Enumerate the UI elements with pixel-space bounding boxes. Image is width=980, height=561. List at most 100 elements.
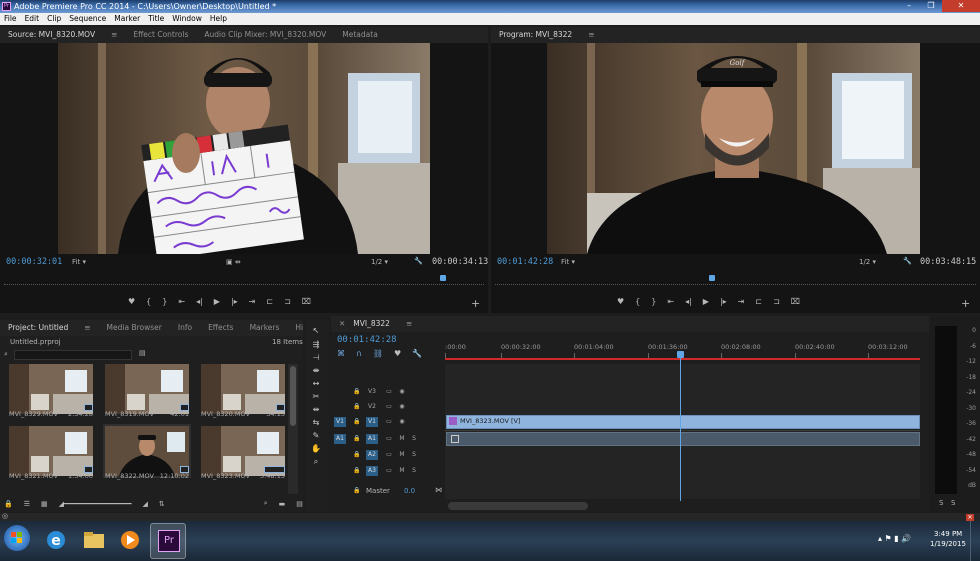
icon-view-icon[interactable]: ▦ — [41, 500, 48, 508]
track-lock-icon[interactable]: 🔒 — [351, 402, 363, 412]
menu-file[interactable]: File — [0, 13, 21, 25]
premiere-taskbar-button[interactable]: Pr — [150, 523, 186, 559]
sort-icon[interactable]: ⇅ — [159, 500, 165, 508]
start-button[interactable] — [4, 525, 30, 551]
program-settings-wrench-icon[interactable]: 🔧 — [903, 257, 912, 265]
audio-track-label[interactable]: A3 — [366, 466, 378, 476]
mute-button[interactable]: M — [396, 466, 408, 476]
new-item-icon[interactable]: ▤ — [296, 500, 303, 508]
program-go-to-out-icon[interactable]: ⇥ — [738, 297, 745, 306]
new-bin-icon[interactable]: ▬ — [279, 500, 286, 508]
mute-button[interactable]: M — [396, 450, 408, 460]
program-step-forward-icon[interactable]: |▸ — [720, 297, 727, 306]
zoom-in-icon[interactable]: ◢ — [142, 500, 147, 508]
hand-tool-icon[interactable]: ✋ — [310, 444, 322, 455]
master-volume-value[interactable]: 0.0 — [404, 487, 415, 495]
solo-right-button[interactable]: S — [951, 499, 955, 507]
video-clip[interactable]: MVI_8323.MOV [V] — [446, 415, 920, 429]
source-time-ruler[interactable] — [4, 275, 484, 285]
track-lock-icon[interactable]: 🔒 — [351, 387, 363, 397]
export-frame-icon[interactable]: ⌧ — [302, 297, 311, 306]
work-area-bar[interactable] — [445, 358, 920, 360]
tab-program[interactable]: Program: MVI_8322 — [491, 27, 580, 43]
audio-track-label[interactable]: A1 — [366, 434, 378, 444]
rolling-edit-tool-icon[interactable]: ⇼ — [310, 366, 322, 377]
timeline-scrollbar[interactable] — [448, 502, 588, 510]
project-scrollbar[interactable] — [288, 364, 298, 494]
sync-lock-icon[interactable]: ▭ — [383, 466, 395, 476]
program-current-timecode[interactable]: 00:01:42:28 — [497, 257, 553, 267]
timeline-settings-wrench-icon[interactable]: 🔧 — [412, 349, 422, 358]
file-explorer-icon[interactable] — [80, 526, 108, 554]
project-panel-menu-icon[interactable]: ≡ — [76, 320, 98, 336]
project-search-input[interactable] — [14, 350, 132, 360]
track-select-tool-icon[interactable]: ⇶ — [310, 340, 322, 351]
tab-info[interactable]: Info — [170, 320, 200, 336]
search-footer-icon[interactable]: ⌕ — [264, 499, 268, 508]
solo-button[interactable]: S — [408, 450, 420, 460]
step-forward-icon[interactable]: |▸ — [231, 297, 238, 306]
slide-tool-icon[interactable]: ⇆ — [310, 418, 322, 429]
tab-metadata[interactable]: Metadata — [334, 27, 386, 43]
insert-icon[interactable]: ⊏ — [266, 297, 273, 306]
video-track-label[interactable]: V3 — [366, 387, 378, 397]
source-patch-a[interactable]: A1 — [334, 434, 346, 444]
source-fit-dropdown[interactable]: Fit ▾ — [72, 258, 86, 266]
audio-clip[interactable] — [446, 432, 920, 446]
new-bin-folder-icon[interactable]: ▤ — [139, 349, 146, 357]
close-button[interactable]: ✕ — [942, 0, 980, 12]
solo-button[interactable]: S — [408, 434, 420, 444]
project-thumbnail[interactable] — [9, 426, 93, 476]
program-time-ruler[interactable] — [495, 275, 976, 285]
ripple-edit-tool-icon[interactable]: ⊣ — [310, 353, 322, 364]
slip-tool-icon[interactable]: ⇹ — [310, 405, 322, 416]
error-close-icon[interactable]: ✕ — [966, 514, 974, 521]
video-track-label[interactable]: V1 — [366, 417, 378, 427]
menu-title[interactable]: Title — [144, 13, 168, 25]
source-button-editor-icon[interactable]: + — [471, 297, 480, 310]
timeline-playhead[interactable] — [677, 351, 684, 358]
program-export-frame-icon[interactable]: ⌧ — [791, 297, 800, 306]
tab-project[interactable]: Project: Untitled — [0, 320, 76, 336]
program-add-marker-icon[interactable]: ♥ — [617, 297, 624, 306]
tab-media-browser[interactable]: Media Browser — [99, 320, 170, 336]
video-track-label[interactable]: V2 — [366, 402, 378, 412]
sync-lock-icon[interactable]: ▭ — [383, 434, 395, 444]
add-marker-icon[interactable]: ♥ — [128, 297, 135, 306]
timeline-close-icon[interactable]: ✕ — [331, 316, 353, 332]
timeline-marker-icon[interactable]: ♥ — [394, 349, 401, 358]
mute-button[interactable]: M — [396, 434, 408, 444]
solo-left-button[interactable]: S — [939, 499, 943, 507]
extract-icon[interactable]: ⊐ — [773, 297, 780, 306]
source-patch-v[interactable]: V1 — [334, 417, 346, 427]
zoom-slider[interactable]: ◢━━━━━━━━━━━━━━━━ — [59, 500, 132, 508]
program-play-button-icon[interactable]: ▶ — [703, 297, 709, 306]
timeline-timecode[interactable]: 00:01:42:28 — [337, 335, 397, 345]
tab-audio-clip-mixer[interactable]: Audio Clip Mixer: MVI_8320.MOV — [196, 27, 334, 43]
snap-icon[interactable]: ∩ — [356, 349, 362, 358]
eye-icon[interactable]: ◉ — [396, 402, 408, 412]
sync-lock-icon[interactable]: ▭ — [383, 402, 395, 412]
program-resolution-dropdown[interactable]: 1/2 ▾ — [859, 258, 876, 266]
source-resolution-dropdown[interactable]: 1/2 ▾ — [371, 258, 388, 266]
program-step-back-icon[interactable]: ◂| — [685, 297, 692, 306]
timeline-panel-menu-icon[interactable]: ≡ — [398, 316, 420, 332]
system-tray-icons[interactable]: ▴ ⚑ ▮ 🔊 — [878, 534, 911, 543]
program-mark-in-icon[interactable]: { — [635, 297, 640, 306]
eye-icon[interactable]: ◉ — [396, 417, 408, 427]
menu-help[interactable]: Help — [206, 13, 231, 25]
tab-history[interactable]: His — [287, 320, 303, 336]
step-back-icon[interactable]: ◂| — [196, 297, 203, 306]
linked-selection-icon[interactable]: ⛓ — [373, 349, 383, 358]
program-go-to-in-icon[interactable]: ⇤ — [667, 297, 674, 306]
audio-track-label[interactable]: A2 — [366, 450, 378, 460]
source-settings-wrench-icon[interactable]: 🔧 — [414, 257, 423, 265]
sync-lock-icon[interactable]: ▭ — [383, 387, 395, 397]
clock-date[interactable]: 1/19/2015 — [930, 540, 966, 548]
program-fit-dropdown[interactable]: Fit ▾ — [561, 258, 575, 266]
source-current-timecode[interactable]: 00:00:32:01 — [6, 257, 62, 267]
program-mark-out-icon[interactable]: } — [651, 297, 656, 306]
clock-time[interactable]: 3:49 PM — [934, 530, 962, 538]
project-thumbnail[interactable] — [103, 424, 191, 478]
solo-button[interactable]: S — [408, 466, 420, 476]
